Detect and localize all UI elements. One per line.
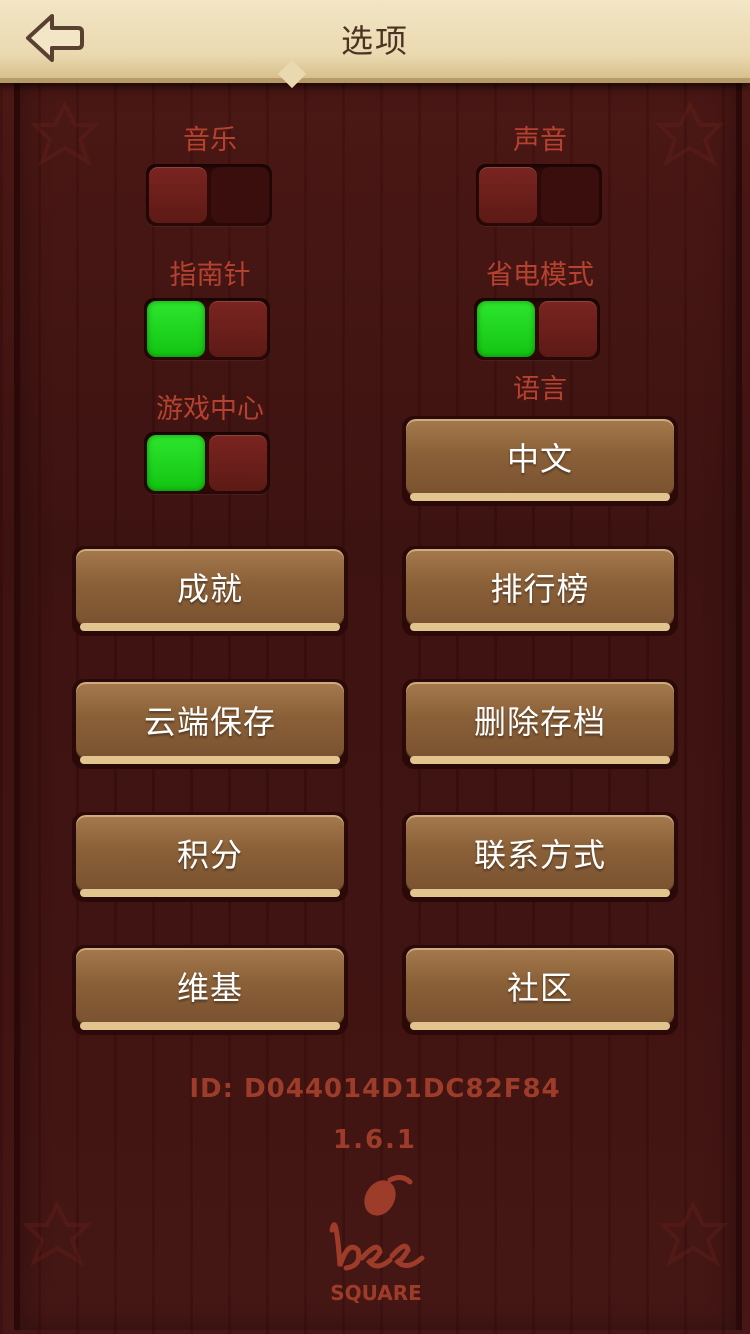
- button-lip: [410, 1022, 670, 1030]
- compass-label: 指南针: [169, 260, 251, 291]
- leaderboard-label: 排行榜: [490, 570, 590, 608]
- sound-toggle[interactable]: [476, 164, 602, 226]
- header-bar: 选项: [0, 0, 750, 89]
- language-value: 中文: [506, 440, 573, 478]
- points-label: 积分: [176, 836, 243, 874]
- button-lip: [80, 1022, 340, 1030]
- page-title: 选项: [340, 22, 409, 60]
- button-lip: [410, 756, 670, 764]
- button-lip: [80, 889, 340, 897]
- logo-wordmark: SQUARE: [330, 1281, 422, 1305]
- cloud-save-label: 云端保存: [143, 703, 276, 741]
- wiki-label: 维基: [176, 969, 243, 1007]
- delete-save-label: 删除存档: [473, 703, 606, 741]
- toggle-knob: [209, 301, 267, 357]
- achievements-label: 成就: [176, 570, 243, 608]
- language-button[interactable]: 中文: [402, 416, 678, 506]
- points-button[interactable]: 积分: [72, 812, 348, 902]
- button-lip: [410, 493, 670, 501]
- language-label: 语言: [513, 374, 567, 405]
- toggle-track: [211, 167, 269, 223]
- button-lip: [410, 889, 670, 897]
- compass-toggle[interactable]: [144, 298, 270, 360]
- game-center-label: 游戏中心: [156, 394, 264, 425]
- contact-button[interactable]: 联系方式: [402, 812, 678, 902]
- power-saving-label: 省电模式: [486, 260, 594, 291]
- corner-ornament-icon: [658, 1200, 728, 1267]
- toggle-knob: [479, 167, 537, 223]
- game-center-toggle[interactable]: [144, 432, 270, 494]
- achievements-button[interactable]: 成就: [72, 546, 348, 636]
- toggle-on-indicator: [147, 301, 205, 357]
- community-label: 社区: [506, 969, 573, 1007]
- button-lip: [80, 623, 340, 631]
- wiki-button[interactable]: 维基: [72, 945, 348, 1035]
- toggle-on-indicator: [147, 435, 205, 491]
- toggle-track: [541, 167, 599, 223]
- music-toggle[interactable]: [146, 164, 272, 226]
- app-version: 1.6.1: [332, 1125, 418, 1155]
- leaderboard-button[interactable]: 排行榜: [402, 546, 678, 636]
- corner-ornament-icon: [30, 100, 100, 167]
- button-lip: [410, 623, 670, 631]
- cloud-save-button[interactable]: 云端保存: [72, 679, 348, 769]
- sound-label: 声音: [513, 125, 567, 156]
- corner-ornament-icon: [22, 1200, 92, 1267]
- button-lip: [80, 756, 340, 764]
- toggle-on-indicator: [477, 301, 535, 357]
- toggle-knob: [539, 301, 597, 357]
- bee-square-logo: SQUARE: [329, 1174, 425, 1305]
- community-button[interactable]: 社区: [402, 945, 678, 1035]
- contact-label: 联系方式: [473, 836, 606, 874]
- toggle-knob: [149, 167, 207, 223]
- player-id: ID: D044014D1DC82F84: [189, 1074, 561, 1104]
- toggle-knob: [209, 435, 267, 491]
- corner-ornament-icon: [655, 100, 725, 167]
- music-label: 音乐: [183, 125, 237, 156]
- power-saving-toggle[interactable]: [474, 298, 600, 360]
- delete-save-button[interactable]: 删除存档: [402, 679, 678, 769]
